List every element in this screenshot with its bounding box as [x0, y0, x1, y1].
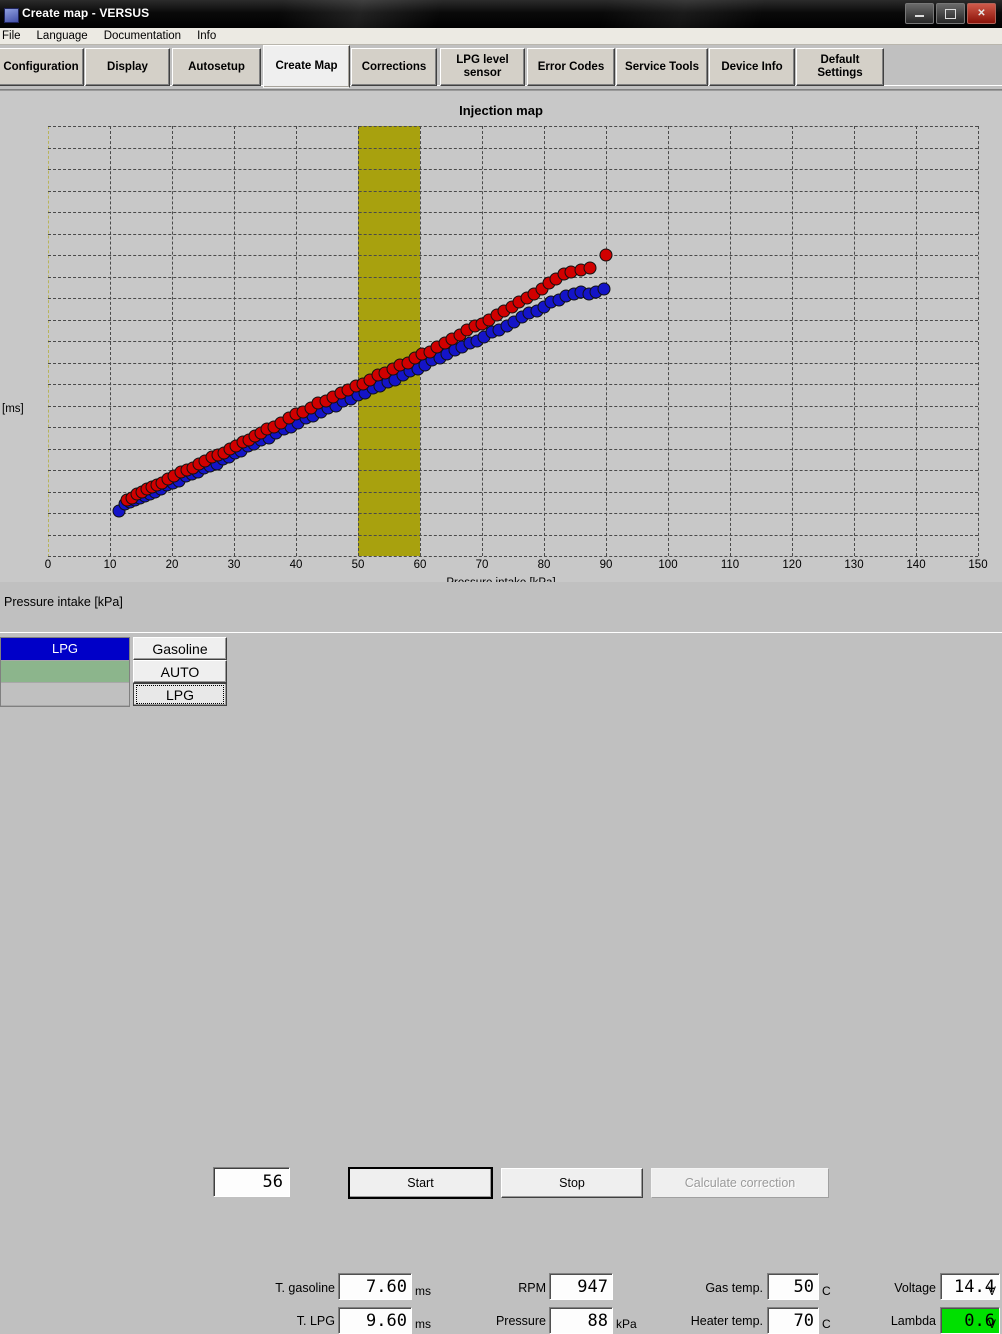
- title-bar-gloss: [0, 0, 1002, 28]
- gridline-horizontal: [48, 513, 978, 514]
- close-button[interactable]: ✕: [967, 3, 996, 24]
- tab-autosetup[interactable]: Autosetup: [172, 48, 261, 86]
- mode-button-lpg[interactable]: LPG: [133, 683, 227, 706]
- gridline-horizontal: [48, 233, 978, 235]
- tab-device-info[interactable]: Device Info: [709, 48, 795, 86]
- x-tick-label: 150: [968, 559, 988, 571]
- menu-bar: File Language Documentation Info: [0, 28, 1002, 45]
- gridline-horizontal: [48, 384, 978, 385]
- gridline-horizontal: [48, 427, 978, 428]
- x-tick-label: 0: [44, 559, 52, 571]
- gridline-horizontal: [48, 362, 978, 364]
- x-axis-ticks: 0 10 20 30 40 50 60 70 80 90 100 110 120 130 140 150: [44, 559, 988, 575]
- create-map-window: Create map - VERSUS ✕ File Language Docu…: [0, 0, 1002, 1334]
- data-point-gasoline: [583, 261, 597, 275]
- x-tick-label: 20: [165, 559, 179, 571]
- control-row: Pressure intake [kPa] 56 Start Stop Calc…: [0, 582, 1002, 1199]
- gridline-horizontal: [48, 276, 978, 278]
- fuel-status-active: LPG: [1, 638, 129, 661]
- x-tick-label: 70: [475, 559, 489, 571]
- y-axis-label: [ms]: [2, 403, 24, 415]
- tab-corrections[interactable]: Corrections: [351, 48, 437, 86]
- gridline-horizontal: [48, 341, 978, 342]
- menu-item-language[interactable]: Language: [29, 28, 96, 44]
- readout-label-rpm: RPM: [518, 1281, 546, 1295]
- gridline-horizontal: [48, 534, 978, 536]
- readout-unit-lambda: V: [988, 1317, 997, 1331]
- x-tick-label: 50: [351, 559, 365, 571]
- window-title: Create map - VERSUS: [22, 6, 150, 20]
- gridline-horizontal: [48, 212, 978, 213]
- fuel-status-level: [1, 660, 129, 684]
- readout-label-gas-temp: Gas temp.: [705, 1281, 763, 1295]
- menu-item-info[interactable]: Info: [189, 28, 224, 44]
- readout-label-lambda: Lambda: [890, 1314, 936, 1328]
- scatter-plot-area[interactable]: [48, 126, 979, 557]
- fuel-mode-buttons: Gasoline AUTO LPG: [133, 637, 227, 707]
- readout-unit-voltage: V: [988, 1284, 997, 1298]
- readout-label-pressure: Pressure: [495, 1314, 546, 1328]
- injection-map-panel: Injection map [ms] Pressure intake [kPa]…: [0, 90, 1002, 589]
- maximize-icon: [945, 8, 956, 19]
- tab-service-tools[interactable]: Service Tools: [616, 48, 708, 86]
- maximize-button[interactable]: [936, 3, 965, 24]
- data-point-lpg: [597, 282, 611, 296]
- fuel-status-stack: LPG: [0, 637, 130, 707]
- gridline-vertical: [978, 126, 979, 556]
- readout-label-t-gasoline: T. gasoline: [275, 1281, 335, 1295]
- gridline-horizontal: [48, 147, 978, 149]
- x-tick-label: 100: [658, 559, 678, 571]
- tab-display[interactable]: Display: [85, 48, 170, 86]
- x-tick-label: 30: [227, 559, 241, 571]
- close-icon: ✕: [977, 7, 986, 19]
- readout-label-heater-temp: Heater temp.: [690, 1314, 763, 1328]
- minimize-button[interactable]: [905, 3, 934, 24]
- tab-create-map[interactable]: Create Map: [263, 45, 350, 88]
- start-button[interactable]: Start: [348, 1167, 493, 1199]
- tab-strip: Configuration Display Autosetup Create M…: [0, 45, 1002, 90]
- status-bar: LPG Gasoline AUTO LPG T. gasoline 7.60 m…: [0, 632, 1002, 1334]
- minimize-icon: [915, 15, 924, 17]
- x-tick-label: 120: [782, 559, 802, 571]
- stop-button[interactable]: Stop: [501, 1168, 643, 1198]
- x-tick-label: 10: [103, 559, 117, 571]
- chart-title: Injection map: [459, 103, 543, 118]
- menu-item-file[interactable]: File: [0, 28, 29, 44]
- tab-default-settings[interactable]: Default Settings: [796, 48, 884, 86]
- mode-button-gasoline[interactable]: Gasoline: [133, 637, 227, 660]
- x-tick-label: 90: [599, 559, 613, 571]
- gridline-horizontal: [48, 190, 978, 192]
- gridline-horizontal: [48, 556, 978, 557]
- gridline-horizontal: [48, 405, 978, 407]
- x-tick-label: 40: [289, 559, 303, 571]
- x-tick-label: 80: [537, 559, 551, 571]
- calculate-correction-button[interactable]: Calculate correction: [651, 1168, 829, 1198]
- mode-button-lpg-label: LPG: [136, 685, 224, 704]
- x-tick-label: 130: [844, 559, 864, 571]
- app-icon: [4, 8, 19, 23]
- x-tick-label: 140: [906, 559, 926, 571]
- tab-error-codes[interactable]: Error Codes: [527, 48, 615, 86]
- tab-lpg-level-sensor[interactable]: LPG level sensor: [440, 48, 525, 86]
- mode-button-auto[interactable]: AUTO: [133, 660, 227, 683]
- x-tick-label: 60: [413, 559, 427, 571]
- tab-configuration[interactable]: Configuration: [0, 48, 84, 86]
- gridline-horizontal: [48, 491, 978, 493]
- readout-label-voltage: Voltage: [894, 1281, 936, 1295]
- x-tick-label: 110: [720, 559, 740, 571]
- gridline-horizontal: [48, 448, 978, 450]
- title-bar: Create map - VERSUS ✕: [0, 0, 1002, 28]
- gridline-horizontal: [48, 126, 978, 127]
- pressure-intake-input[interactable]: 56: [213, 1167, 290, 1197]
- readout-label-t-lpg: T. LPG: [296, 1314, 335, 1328]
- fuel-status-empty: [1, 683, 129, 706]
- gridline-horizontal: [48, 169, 978, 170]
- data-point-gasoline: [599, 248, 613, 262]
- gridline-horizontal: [48, 255, 978, 256]
- window-buttons: ✕: [905, 3, 996, 24]
- menu-item-documentation[interactable]: Documentation: [96, 28, 189, 44]
- pressure-intake-label: Pressure intake [kPa]: [4, 595, 123, 609]
